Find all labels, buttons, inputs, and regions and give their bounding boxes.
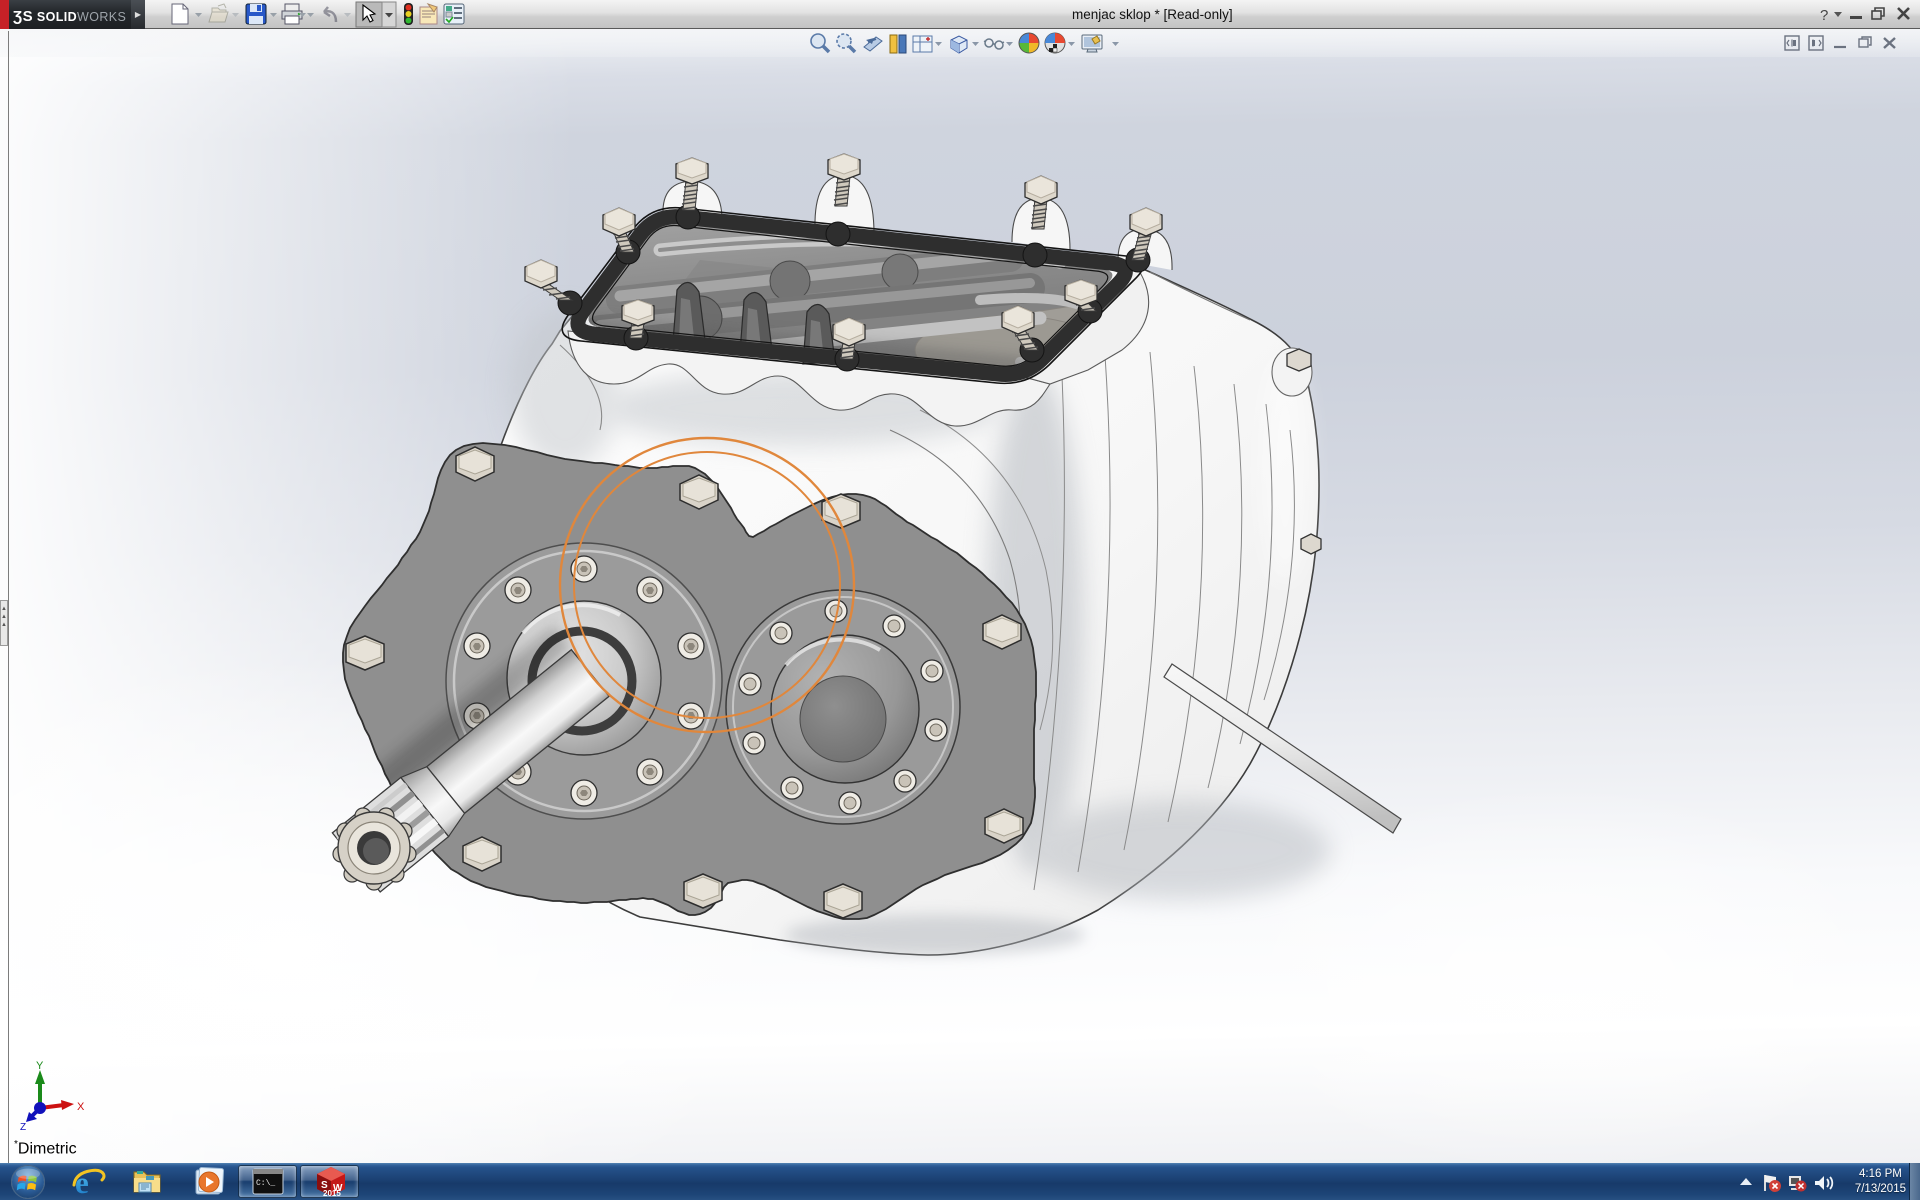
svg-text:2015: 2015 xyxy=(323,1189,341,1198)
svg-text:?: ? xyxy=(1820,7,1828,24)
svg-text:Y: Y xyxy=(36,1060,44,1072)
svg-text:C:\_: C:\_ xyxy=(256,1179,275,1188)
svg-text:Z: Z xyxy=(20,1122,26,1130)
svg-text:X: X xyxy=(77,1101,85,1113)
